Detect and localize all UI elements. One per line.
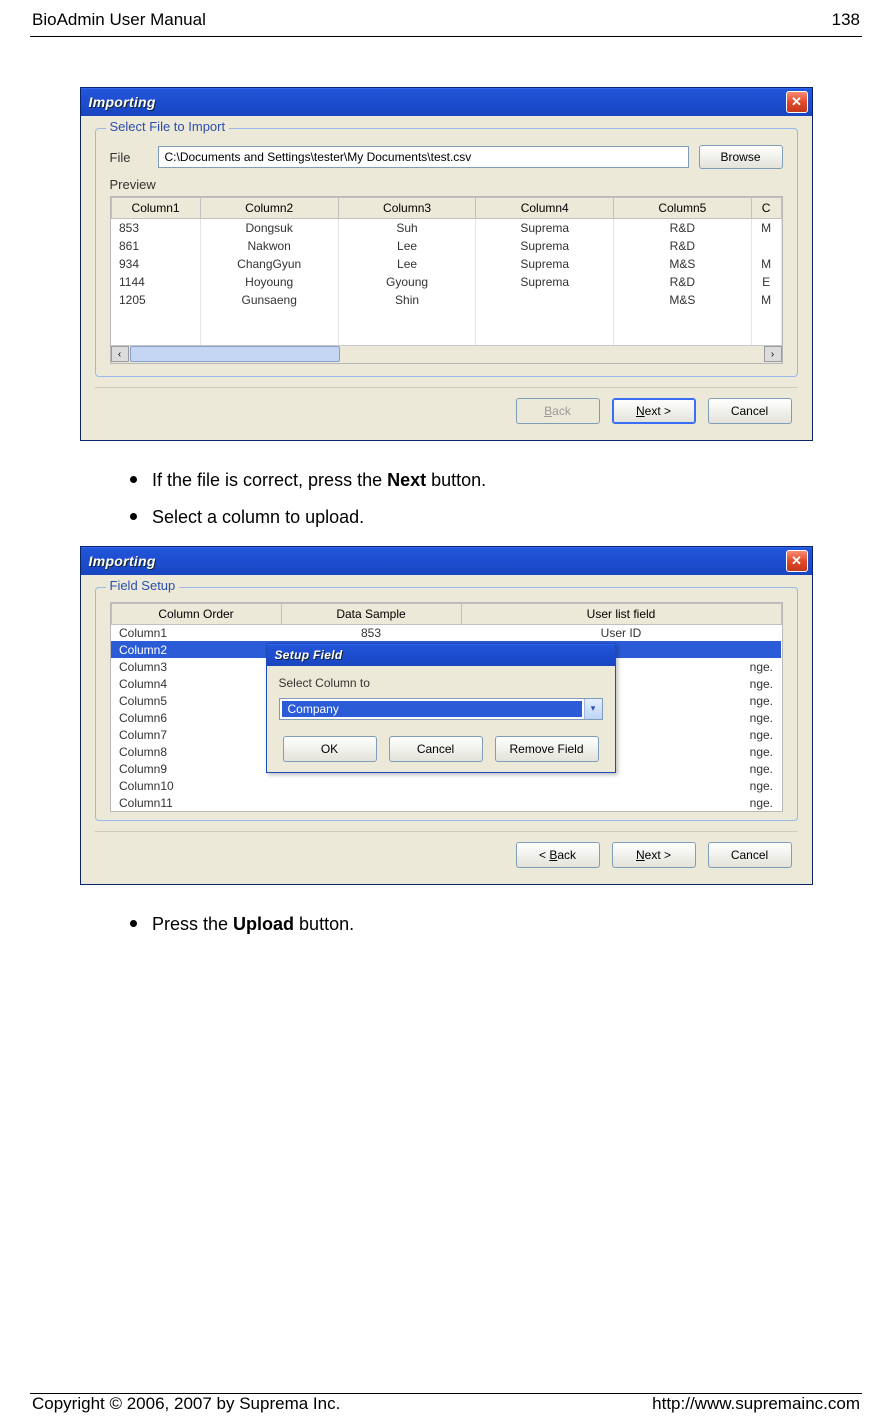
remove-field-button[interactable]: Remove Field	[495, 736, 599, 762]
table-row[interactable]: 861NakwonLeeSupremaR&D	[111, 237, 781, 255]
col-header[interactable]: User list field	[461, 603, 781, 624]
chevron-down-icon[interactable]: ▾	[584, 699, 602, 719]
titlebar[interactable]: Importing ✕	[81, 547, 812, 575]
cancel-button[interactable]: Cancel	[708, 398, 792, 424]
scroll-right-icon[interactable]: ›	[764, 346, 782, 362]
col-header[interactable]: Column2	[200, 198, 338, 219]
table-row[interactable]: 1144HoyoungGyoungSupremaR&DE	[111, 273, 781, 291]
next-button[interactable]: Next >	[612, 842, 696, 868]
scroll-thumb[interactable]	[130, 346, 340, 362]
close-icon[interactable]: ✕	[786, 550, 808, 572]
table-row[interactable]: 1205GunsaengShinM&SM	[111, 291, 781, 309]
table-row[interactable]: Column11nge.	[111, 794, 781, 811]
copyright: Copyright © 2006, 2007 by Suprema Inc.	[32, 1394, 340, 1414]
table-row[interactable]: Column1853User ID	[111, 624, 781, 641]
group-legend: Select File to Import	[106, 119, 230, 134]
titlebar[interactable]: Setup Field	[267, 644, 615, 666]
cancel-button[interactable]: Cancel	[389, 736, 483, 762]
importing-dialog-step1: Importing ✕ Select File to Import File B…	[80, 87, 813, 441]
group-legend: Field Setup	[106, 578, 180, 593]
table-row[interactable]: Column10nge.	[111, 777, 781, 794]
close-icon[interactable]: ✕	[786, 91, 808, 113]
instruction-bullet: If the file is correct, press the Next b…	[150, 466, 862, 491]
col-header[interactable]: Column3	[338, 198, 476, 219]
preview-table: Column1 Column2 Column3 Column4 Column5 …	[110, 196, 783, 364]
file-input[interactable]	[158, 146, 689, 168]
browse-button[interactable]: Browse	[699, 145, 783, 169]
col-header[interactable]: Column1	[111, 198, 200, 219]
setup-field-dialog: Setup Field Select Column to Company ▾ O…	[266, 643, 616, 773]
horizontal-scrollbar[interactable]: ‹ ›	[111, 345, 782, 363]
setup-label: Select Column to	[279, 676, 603, 690]
col-header[interactable]: Column Order	[111, 603, 281, 624]
table-row[interactable]: 853DongsukSuhSupremaR&DM	[111, 219, 781, 237]
dialog-title: Setup Field	[275, 648, 343, 662]
col-header[interactable]: C	[751, 198, 781, 219]
dialog-title: Importing	[89, 94, 156, 110]
col-header[interactable]: Column5	[614, 198, 752, 219]
scroll-left-icon[interactable]: ‹	[111, 346, 129, 362]
back-button: Back	[516, 398, 600, 424]
column-select[interactable]: Company ▾	[279, 698, 603, 720]
titlebar[interactable]: Importing ✕	[81, 88, 812, 116]
instruction-bullet: Select a column to upload.	[150, 503, 862, 528]
back-button[interactable]: < Back	[516, 842, 600, 868]
dialog-title: Importing	[89, 553, 156, 569]
selected-value: Company	[282, 701, 582, 717]
col-header[interactable]: Column4	[476, 198, 614, 219]
doc-title: BioAdmin User Manual	[32, 10, 206, 30]
file-label: File	[110, 150, 148, 165]
ok-button[interactable]: OK	[283, 736, 377, 762]
next-button[interactable]: Next >	[612, 398, 696, 424]
table-row[interactable]: 934ChangGyunLeeSupremaM&SM	[111, 255, 781, 273]
instruction-bullet: Press the Upload button.	[150, 910, 862, 935]
preview-label: Preview	[110, 177, 783, 192]
cancel-button[interactable]: Cancel	[708, 842, 792, 868]
footer-url: http://www.supremainc.com	[652, 1394, 860, 1414]
page-number: 138	[832, 10, 860, 30]
importing-dialog-step2: Importing ✕ Field Setup Column Order Dat…	[80, 546, 813, 886]
col-header[interactable]: Data Sample	[281, 603, 461, 624]
